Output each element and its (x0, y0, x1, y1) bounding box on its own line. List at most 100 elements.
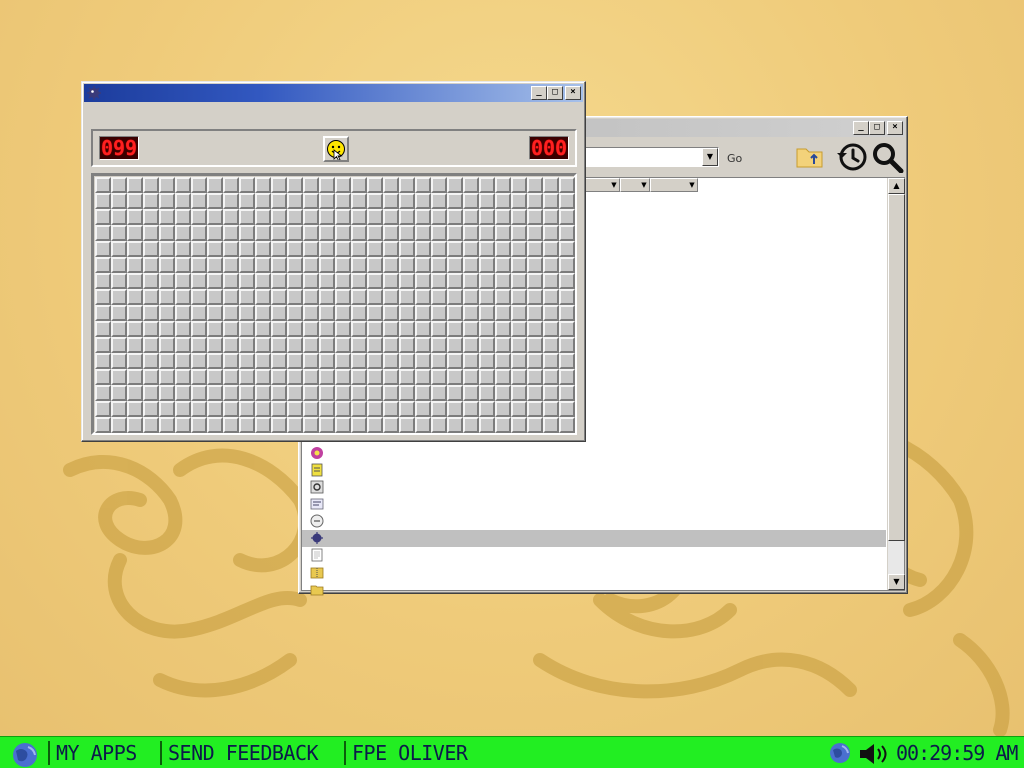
mine-cell[interactable] (367, 225, 383, 241)
mine-cell[interactable] (159, 225, 175, 241)
minesweeper-titlebar[interactable]: _ □ × (84, 84, 583, 102)
mine-cell[interactable] (95, 241, 111, 257)
mine-cell[interactable] (527, 385, 543, 401)
mine-cell[interactable] (255, 177, 271, 193)
mine-cell[interactable] (527, 369, 543, 385)
mine-cell[interactable] (271, 177, 287, 193)
mine-cell[interactable] (175, 369, 191, 385)
taskbar-send-feedback[interactable]: SEND FEEDBACK (168, 741, 319, 765)
mine-cell[interactable] (239, 193, 255, 209)
mine-cell[interactable] (319, 241, 335, 257)
mine-cell[interactable] (127, 417, 143, 433)
mine-cell[interactable] (335, 257, 351, 273)
address-dropdown-button[interactable]: ▼ (702, 148, 718, 166)
mine-cell[interactable] (159, 305, 175, 321)
mine-cell[interactable] (463, 193, 479, 209)
mine-cell[interactable] (367, 369, 383, 385)
mine-cell[interactable] (303, 401, 319, 417)
mine-cell[interactable] (463, 177, 479, 193)
mine-cell[interactable] (287, 273, 303, 289)
mine-cell[interactable] (319, 273, 335, 289)
mine-cell[interactable] (303, 385, 319, 401)
mine-cell[interactable] (255, 241, 271, 257)
mine-cell[interactable] (335, 305, 351, 321)
mine-cell[interactable] (367, 257, 383, 273)
mine-cell[interactable] (127, 177, 143, 193)
mine-cell[interactable] (303, 241, 319, 257)
mine-cell[interactable] (415, 225, 431, 241)
mine-cell[interactable] (431, 289, 447, 305)
mine-cell[interactable] (271, 385, 287, 401)
mine-cell[interactable] (399, 305, 415, 321)
mine-cell[interactable] (447, 353, 463, 369)
explorer-close-button[interactable]: × (887, 121, 903, 135)
file-row[interactable] (302, 547, 886, 564)
mine-cell[interactable] (127, 385, 143, 401)
mine-cell[interactable] (383, 289, 399, 305)
mine-cell[interactable] (319, 385, 335, 401)
mine-cell[interactable] (239, 369, 255, 385)
file-row[interactable] (302, 581, 886, 598)
minesweeper-maximize-button[interactable]: □ (547, 86, 563, 100)
mine-cell[interactable] (463, 273, 479, 289)
mine-cell[interactable] (191, 225, 207, 241)
mine-cell[interactable] (543, 177, 559, 193)
mine-cell[interactable] (207, 209, 223, 225)
mine-cell[interactable] (111, 385, 127, 401)
mine-cell[interactable] (559, 209, 575, 225)
mine-cell[interactable] (543, 225, 559, 241)
mine-cell[interactable] (399, 337, 415, 353)
mine-cell[interactable] (319, 337, 335, 353)
mine-cell[interactable] (287, 289, 303, 305)
mine-cell[interactable] (95, 417, 111, 433)
mine-cell[interactable] (479, 417, 495, 433)
mine-cell[interactable] (479, 401, 495, 417)
mine-cell[interactable] (239, 305, 255, 321)
mine-cell[interactable] (495, 385, 511, 401)
mine-cell[interactable] (207, 241, 223, 257)
taskbar-user-name[interactable]: FPE OLIVER (352, 741, 468, 765)
mine-cell[interactable] (255, 209, 271, 225)
mine-cell[interactable] (447, 401, 463, 417)
mine-cell[interactable] (239, 401, 255, 417)
mine-cell[interactable] (399, 353, 415, 369)
mine-cell[interactable] (239, 225, 255, 241)
mine-cell[interactable] (447, 369, 463, 385)
file-row[interactable] (302, 513, 886, 530)
mine-cell[interactable] (95, 353, 111, 369)
mine-cell[interactable] (479, 257, 495, 273)
file-row[interactable] (302, 496, 886, 513)
file-row[interactable] (302, 445, 886, 462)
mine-cell[interactable] (351, 353, 367, 369)
mine-cell[interactable] (415, 289, 431, 305)
mine-cell[interactable] (319, 257, 335, 273)
mine-cell[interactable] (335, 385, 351, 401)
mine-cell[interactable] (511, 209, 527, 225)
mine-cell[interactable] (255, 353, 271, 369)
mine-cell[interactable] (127, 369, 143, 385)
mine-cell[interactable] (319, 353, 335, 369)
go-button[interactable]: Go (727, 152, 742, 165)
mine-cell[interactable] (383, 209, 399, 225)
mine-cell[interactable] (559, 241, 575, 257)
mine-cell[interactable] (463, 305, 479, 321)
mine-cell[interactable] (239, 177, 255, 193)
mine-cell[interactable] (415, 209, 431, 225)
mine-cell[interactable] (511, 369, 527, 385)
mine-cell[interactable] (383, 369, 399, 385)
mine-cell[interactable] (367, 321, 383, 337)
mine-cell[interactable] (447, 305, 463, 321)
mine-cell[interactable] (367, 273, 383, 289)
start-globe-icon[interactable] (8, 739, 42, 768)
mine-cell[interactable] (175, 225, 191, 241)
mine-cell[interactable] (431, 401, 447, 417)
mine-cell[interactable] (511, 353, 527, 369)
mine-cell[interactable] (495, 209, 511, 225)
mine-cell[interactable] (255, 305, 271, 321)
mine-cell[interactable] (559, 257, 575, 273)
mine-cell[interactable] (127, 225, 143, 241)
mine-cell[interactable] (415, 241, 431, 257)
mine-cell[interactable] (255, 321, 271, 337)
mine-cell[interactable] (143, 385, 159, 401)
mine-cell[interactable] (415, 369, 431, 385)
